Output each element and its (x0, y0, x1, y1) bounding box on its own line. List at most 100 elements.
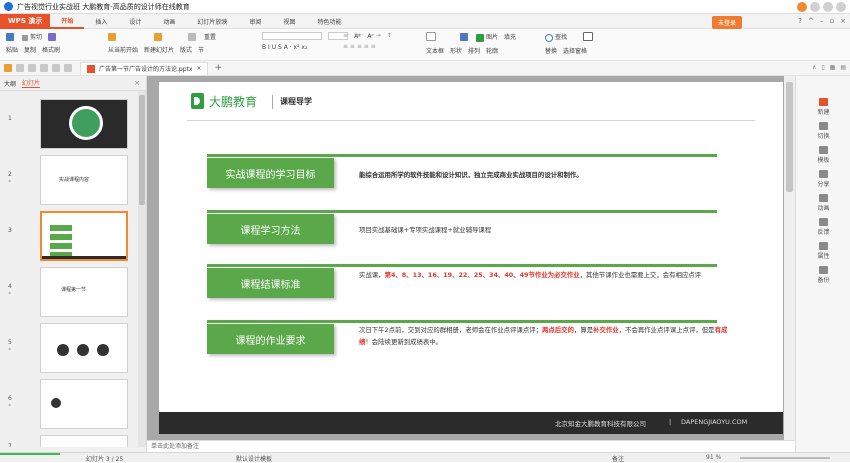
panel-tabs: 大纲 幻灯片 (0, 76, 146, 91)
tab-slideshow[interactable]: 幻灯片放映 (186, 14, 238, 29)
slide-thumbnail-3[interactable] (40, 211, 128, 261)
slide-thumbnail-6[interactable] (40, 379, 128, 429)
share-pane-button[interactable]: 分享 (796, 170, 850, 188)
tab-review[interactable]: 审阅 (238, 14, 272, 29)
folder-icon[interactable] (4, 64, 12, 72)
animation-pane-button[interactable]: 动画 (796, 194, 850, 212)
zoom-slider[interactable] (740, 457, 830, 459)
tab-insert[interactable]: 插入 (84, 14, 118, 29)
picture-button[interactable]: 图片 (476, 32, 498, 42)
section-button[interactable]: 节 (198, 45, 204, 54)
numbering-button[interactable]: ≡· (356, 32, 363, 39)
minimize-icon[interactable] (810, 2, 820, 12)
canvas-scroll-thumb[interactable] (786, 82, 793, 192)
window-close-icon[interactable]: × (840, 17, 846, 25)
zoom-level: 91 % (706, 454, 722, 461)
grid-icon[interactable]: ▦ (830, 64, 836, 71)
wps-menu-button[interactable]: WPS 演示 (0, 13, 51, 29)
redo-icon[interactable] (64, 64, 72, 72)
properties-pane-button[interactable]: 属性 (796, 242, 850, 260)
format-painter-icon-btn[interactable] (48, 32, 58, 41)
layout-button[interactable]: 版式 (180, 45, 192, 54)
slide-thumbnail-2[interactable]: 实战课程内容 (40, 155, 128, 205)
slide-thumbnail-7[interactable] (40, 435, 128, 447)
arrange-button[interactable]: 排列 (468, 46, 480, 55)
textbox-button[interactable]: 文本框 (426, 46, 444, 55)
slide-thumbnail-1[interactable] (40, 99, 128, 149)
window-title: 广告视觉行业实战班 大鹏教育-高品质的设计师在线教育 (17, 2, 190, 11)
tab-slides[interactable]: 幻灯片 (22, 78, 41, 88)
slides-icon[interactable]: ▤ (840, 64, 846, 71)
transition-icon (819, 122, 828, 130)
panel-close-icon[interactable]: × (134, 79, 140, 87)
tab-animation[interactable]: 动画 (152, 14, 186, 29)
close-tab-icon[interactable]: × (196, 65, 201, 72)
notes-field[interactable]: 单击此处添加备注 (147, 440, 795, 452)
tab-design[interactable]: 设计 (118, 14, 152, 29)
canvas-scrollbar[interactable] (784, 76, 795, 440)
indent-button[interactable]: ⇤ ⇥ (369, 32, 381, 39)
save-icon[interactable] (16, 64, 24, 72)
thumb-circle (77, 344, 89, 356)
font-family-select[interactable] (262, 32, 322, 40)
window-min-icon[interactable]: – (820, 17, 824, 25)
outline-button[interactable]: 轮廓 (486, 46, 498, 55)
footer-url: DAPENGJIAOYU.COM (681, 418, 748, 426)
current-slide[interactable]: 大鹏教育 课程导学 实战课程的学习目标 能综合运用所学的软件技能和设计知识，独立… (159, 82, 783, 434)
thumb-number: 1 (8, 115, 12, 122)
collapse-icon[interactable]: ∧ (812, 64, 816, 71)
print-icon[interactable] (28, 64, 36, 72)
transition-pane-button[interactable]: 切换 (796, 122, 850, 140)
replace-button[interactable]: 替换 (545, 46, 557, 55)
maximize-icon[interactable] (823, 2, 833, 12)
new-tab-icon[interactable]: + (214, 63, 222, 73)
login-button[interactable]: 未登录 (711, 16, 742, 29)
new-slide-button[interactable]: 新建幻灯片 (144, 45, 174, 54)
docs-icon[interactable]: ▯ (821, 64, 824, 71)
preview-icon[interactable] (40, 64, 48, 72)
footer-company: 北京知金大鹏教育科技有限公司 (555, 420, 646, 428)
panel-scrollbar[interactable] (138, 91, 146, 447)
tab-features[interactable]: 特色功能 (306, 14, 352, 29)
select-pane-button[interactable]: 选择窗格 (563, 46, 587, 55)
skin-icon[interactable] (797, 2, 807, 12)
play-from-current-icon (108, 32, 116, 41)
format-painter-button[interactable]: 格式刷 (42, 45, 60, 54)
thumb-number: 7 (8, 443, 12, 447)
from-current-button[interactable]: 从当前开始 (108, 45, 138, 54)
slide-canvas: 大鹏教育 课程导学 实战课程的学习目标 能综合运用所学的软件技能和设计知识，独立… (147, 76, 795, 440)
tab-view[interactable]: 视图 (272, 14, 306, 29)
new-pane-button[interactable]: 新建 (796, 98, 850, 116)
slide-thumbnail-4[interactable]: 课程第一节 (40, 267, 128, 317)
tab-outline[interactable]: 大纲 (4, 79, 16, 88)
close-icon[interactable] (836, 2, 846, 12)
thumb-number: 2 (8, 171, 12, 178)
collapse-ribbon-icon[interactable]: ^ (808, 17, 814, 25)
bullets-button[interactable]: ≡· (343, 32, 350, 39)
row-text-method: 项目实战基础课+专项实战课程+就业辅导课程 (359, 226, 492, 234)
paste-label[interactable]: 粘贴 (6, 45, 18, 54)
paste-button[interactable] (6, 32, 16, 41)
find-button[interactable]: 查找 (545, 32, 567, 42)
paragraph-group: ≡· ≡· ⇤ ⇥ ↕ ≡ ≡ ≡ ≡ ≡ (335, 32, 392, 50)
slide-thumbnail-5[interactable] (40, 323, 128, 373)
document-tab[interactable]: 广告第一节广告设计的方法论.pptx × (80, 61, 209, 75)
cut-button[interactable]: 剪切 (22, 32, 42, 41)
align-buttons[interactable]: ≡ ≡ ≡ ≡ ≡ (343, 43, 376, 50)
footer-separator: | (669, 418, 672, 426)
font-format-buttons[interactable]: B I U S A · x² x₂ (262, 44, 307, 51)
panel-scroll-thumb[interactable] (139, 95, 145, 205)
thumb-number: 5 (8, 339, 12, 346)
feedback-pane-button[interactable]: 反馈 (796, 218, 850, 236)
template-pane-button[interactable]: 模板 (796, 146, 850, 164)
copy-button[interactable]: 复制 (24, 45, 36, 54)
help-icon[interactable]: ? (798, 17, 802, 25)
undo-icon[interactable] (52, 64, 60, 72)
backup-pane-button[interactable]: 备份 (796, 266, 850, 284)
window-restore-icon[interactable]: ▫ (829, 17, 834, 25)
fill-button[interactable]: 填充 (504, 32, 516, 41)
shape-button[interactable]: 形状 (450, 46, 462, 55)
tab-home[interactable]: 开始 (50, 14, 85, 29)
reset-button[interactable]: 重置 (204, 32, 216, 41)
line-spacing-button[interactable]: ↕ (387, 32, 392, 39)
